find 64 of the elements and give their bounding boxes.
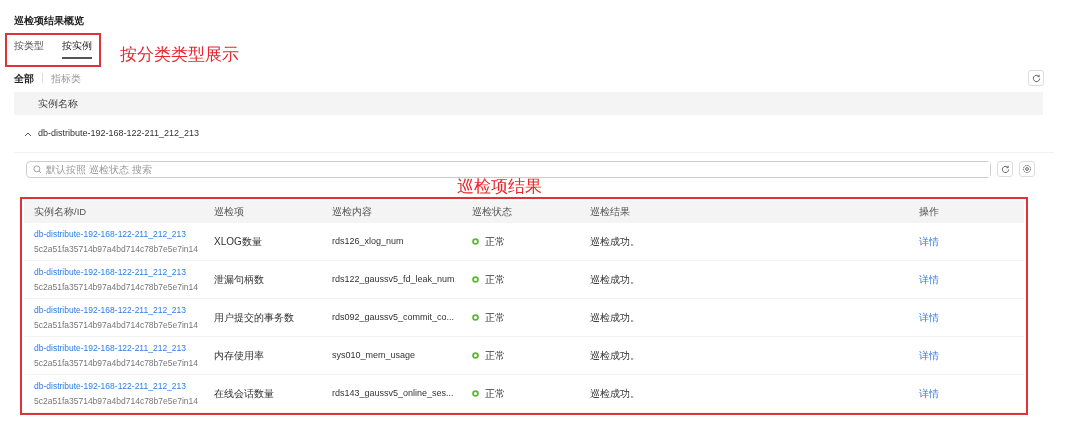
table-cell-text: rds122_gaussv5_fd_leak_num bbox=[331, 272, 456, 286]
details-link[interactable]: 详情 bbox=[919, 388, 939, 399]
page-title: 巡检项结果概览 bbox=[14, 14, 85, 28]
refresh-icon bbox=[1031, 73, 1041, 83]
table-cell-text: 巡检成功。 bbox=[589, 311, 641, 325]
group-label: db-distribute-192-168-122-211_212_213 bbox=[38, 126, 199, 140]
details-link[interactable]: 详情 bbox=[919, 312, 939, 323]
instance-id: 5c2a51fa35714b97a4bd714c78b7e5e7in14 bbox=[34, 394, 200, 408]
column-header: 巡检项 bbox=[213, 204, 245, 219]
instance-link[interactable]: db-distribute-192-168-122-211_212_213 bbox=[34, 341, 204, 355]
instance-id: 5c2a51fa35714b97a4bd714c78b7e5e7in14 bbox=[34, 356, 200, 370]
tab[interactable]: 按类型 bbox=[14, 38, 44, 59]
filter-tab[interactable]: 指标类 bbox=[51, 70, 81, 86]
status-icon bbox=[472, 390, 479, 397]
instance-link[interactable]: db-distribute-192-168-122-211_212_213 bbox=[34, 227, 204, 241]
table-cell-text: rds126_xlog_num bbox=[331, 234, 405, 248]
search-field[interactable]: 默认按照 巡检状态 搜索 bbox=[26, 160, 991, 178]
filter-tab[interactable]: 全部 bbox=[14, 70, 34, 86]
status-icon bbox=[472, 352, 479, 359]
table-cell-text: 在线会话数量 bbox=[213, 387, 275, 401]
instance-link[interactable]: db-distribute-192-168-122-211_212_213 bbox=[34, 303, 204, 317]
status-text: 正常 bbox=[485, 235, 505, 249]
instance-link[interactable]: db-distribute-192-168-122-211_212_213 bbox=[34, 265, 204, 279]
details-link[interactable]: 详情 bbox=[919, 236, 939, 247]
status-text: 正常 bbox=[485, 273, 505, 287]
refresh-icon bbox=[1000, 164, 1010, 174]
column-header: 实例名称 bbox=[38, 97, 78, 111]
column-header: 巡检内容 bbox=[331, 204, 373, 219]
table-cell-text: 用户提交的事务数 bbox=[213, 311, 295, 325]
annotation-text: 按分类类型展示 bbox=[120, 44, 239, 66]
status-text: 正常 bbox=[485, 311, 505, 325]
table-cell-text: 巡检成功。 bbox=[589, 273, 641, 287]
instance-id: 5c2a51fa35714b97a4bd714c78b7e5e7in14 bbox=[34, 318, 200, 332]
table-cell-text: rds092_gaussv5_commit_co... bbox=[331, 310, 456, 324]
status-icon bbox=[472, 238, 479, 245]
column-header: 实例名称/ID bbox=[33, 204, 88, 219]
refresh-button[interactable] bbox=[997, 161, 1013, 177]
column-header: 巡检状态 bbox=[471, 204, 513, 219]
tab[interactable]: 按实例 bbox=[62, 38, 92, 59]
search-icon bbox=[33, 164, 42, 174]
status-icon bbox=[472, 276, 479, 283]
settings-icon bbox=[1022, 164, 1032, 174]
details-link[interactable]: 详情 bbox=[919, 274, 939, 285]
column-header: 操作 bbox=[918, 204, 940, 219]
table-cell-text: sys010_mem_usage bbox=[331, 348, 417, 362]
table-cell-text: 内存使用率 bbox=[213, 349, 265, 363]
instance-id: 5c2a51fa35714b97a4bd714c78b7e5e7in14 bbox=[34, 242, 200, 256]
table-cell-text: XLOG数量 bbox=[213, 235, 263, 249]
annotation-text: 巡检项结果 bbox=[457, 176, 542, 198]
status-icon bbox=[472, 314, 479, 321]
refresh-button[interactable] bbox=[1028, 70, 1044, 86]
instance-id: 5c2a51fa35714b97a4bd714c78b7e5e7in14 bbox=[34, 280, 200, 294]
details-link[interactable]: 详情 bbox=[919, 350, 939, 361]
table-cell-text: rds143_gaussv5_online_ses... bbox=[331, 386, 455, 400]
table-cell-text: 巡检成功。 bbox=[589, 387, 641, 401]
table-cell-text: 泄漏句柄数 bbox=[213, 273, 265, 287]
collapse-icon[interactable] bbox=[24, 130, 32, 137]
status-text: 正常 bbox=[485, 349, 505, 363]
settings-button[interactable] bbox=[1019, 161, 1035, 177]
column-header: 巡检结果 bbox=[589, 204, 631, 219]
instance-link[interactable]: db-distribute-192-168-122-211_212_213 bbox=[34, 379, 204, 393]
table-cell-text: 巡检成功。 bbox=[589, 235, 641, 249]
table-cell-text: 巡检成功。 bbox=[589, 349, 641, 363]
status-text: 正常 bbox=[485, 387, 505, 401]
